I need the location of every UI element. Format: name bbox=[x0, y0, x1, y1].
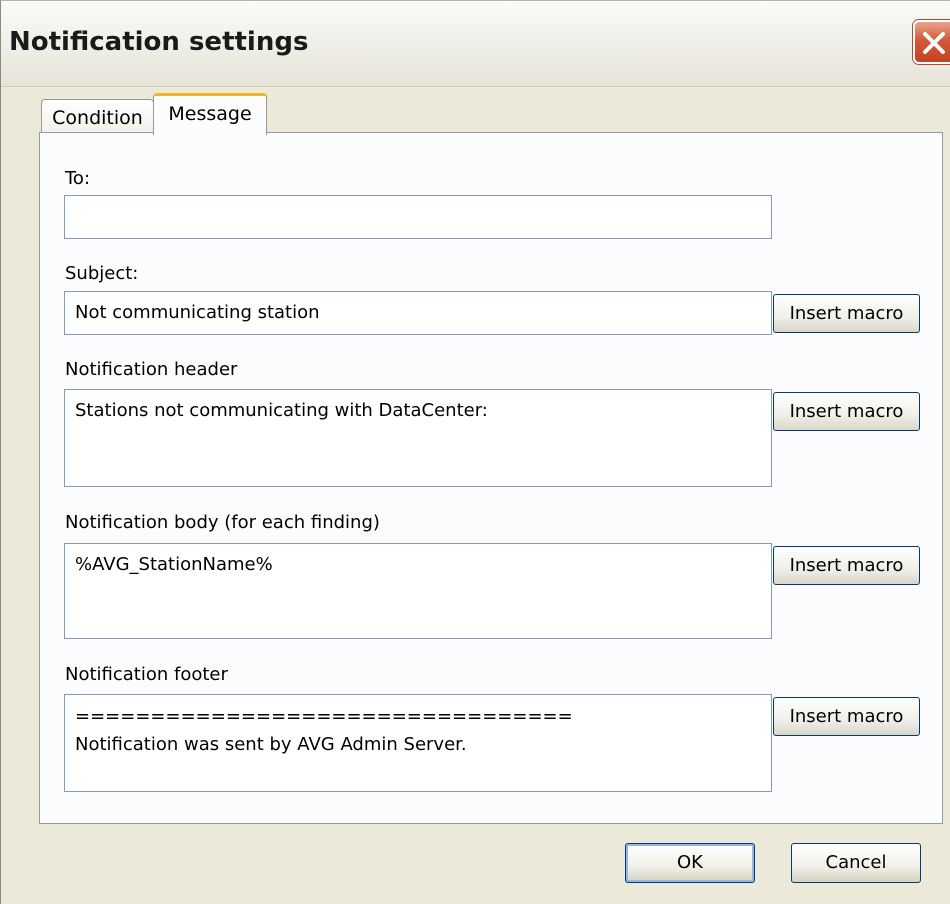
notification-footer-textarea[interactable]: ================================= Notifi… bbox=[64, 694, 772, 792]
notification-header-textarea[interactable]: Stations not communicating with DataCent… bbox=[64, 389, 772, 487]
notification-footer-label: Notification footer bbox=[65, 664, 228, 685]
close-button[interactable] bbox=[913, 20, 950, 64]
notification-header-label: Notification header bbox=[65, 359, 238, 380]
title-bar[interactable]: Notification settings bbox=[1, 1, 950, 87]
tab-condition[interactable]: Condition bbox=[41, 99, 154, 133]
close-icon bbox=[923, 32, 945, 54]
to-input[interactable] bbox=[64, 195, 772, 239]
footer-insert-macro-button[interactable]: Insert macro bbox=[773, 697, 920, 736]
window-title: Notification settings bbox=[9, 27, 309, 57]
notification-settings-dialog: Notification settings Condition Message … bbox=[0, 0, 950, 904]
ok-button[interactable]: OK bbox=[625, 843, 755, 883]
subject-insert-macro-button[interactable]: Insert macro bbox=[773, 294, 920, 333]
header-insert-macro-button[interactable]: Insert macro bbox=[773, 392, 920, 431]
subject-input[interactable]: Not communicating station bbox=[64, 291, 772, 335]
notification-body-textarea[interactable]: %AVG_StationName% bbox=[64, 543, 772, 639]
cancel-button[interactable]: Cancel bbox=[791, 843, 921, 883]
subject-label: Subject: bbox=[65, 263, 139, 284]
notification-body-label: Notification body (for each finding) bbox=[65, 512, 380, 533]
to-label: To: bbox=[65, 168, 91, 189]
body-insert-macro-button[interactable]: Insert macro bbox=[773, 546, 920, 585]
tab-message[interactable]: Message bbox=[153, 93, 267, 135]
